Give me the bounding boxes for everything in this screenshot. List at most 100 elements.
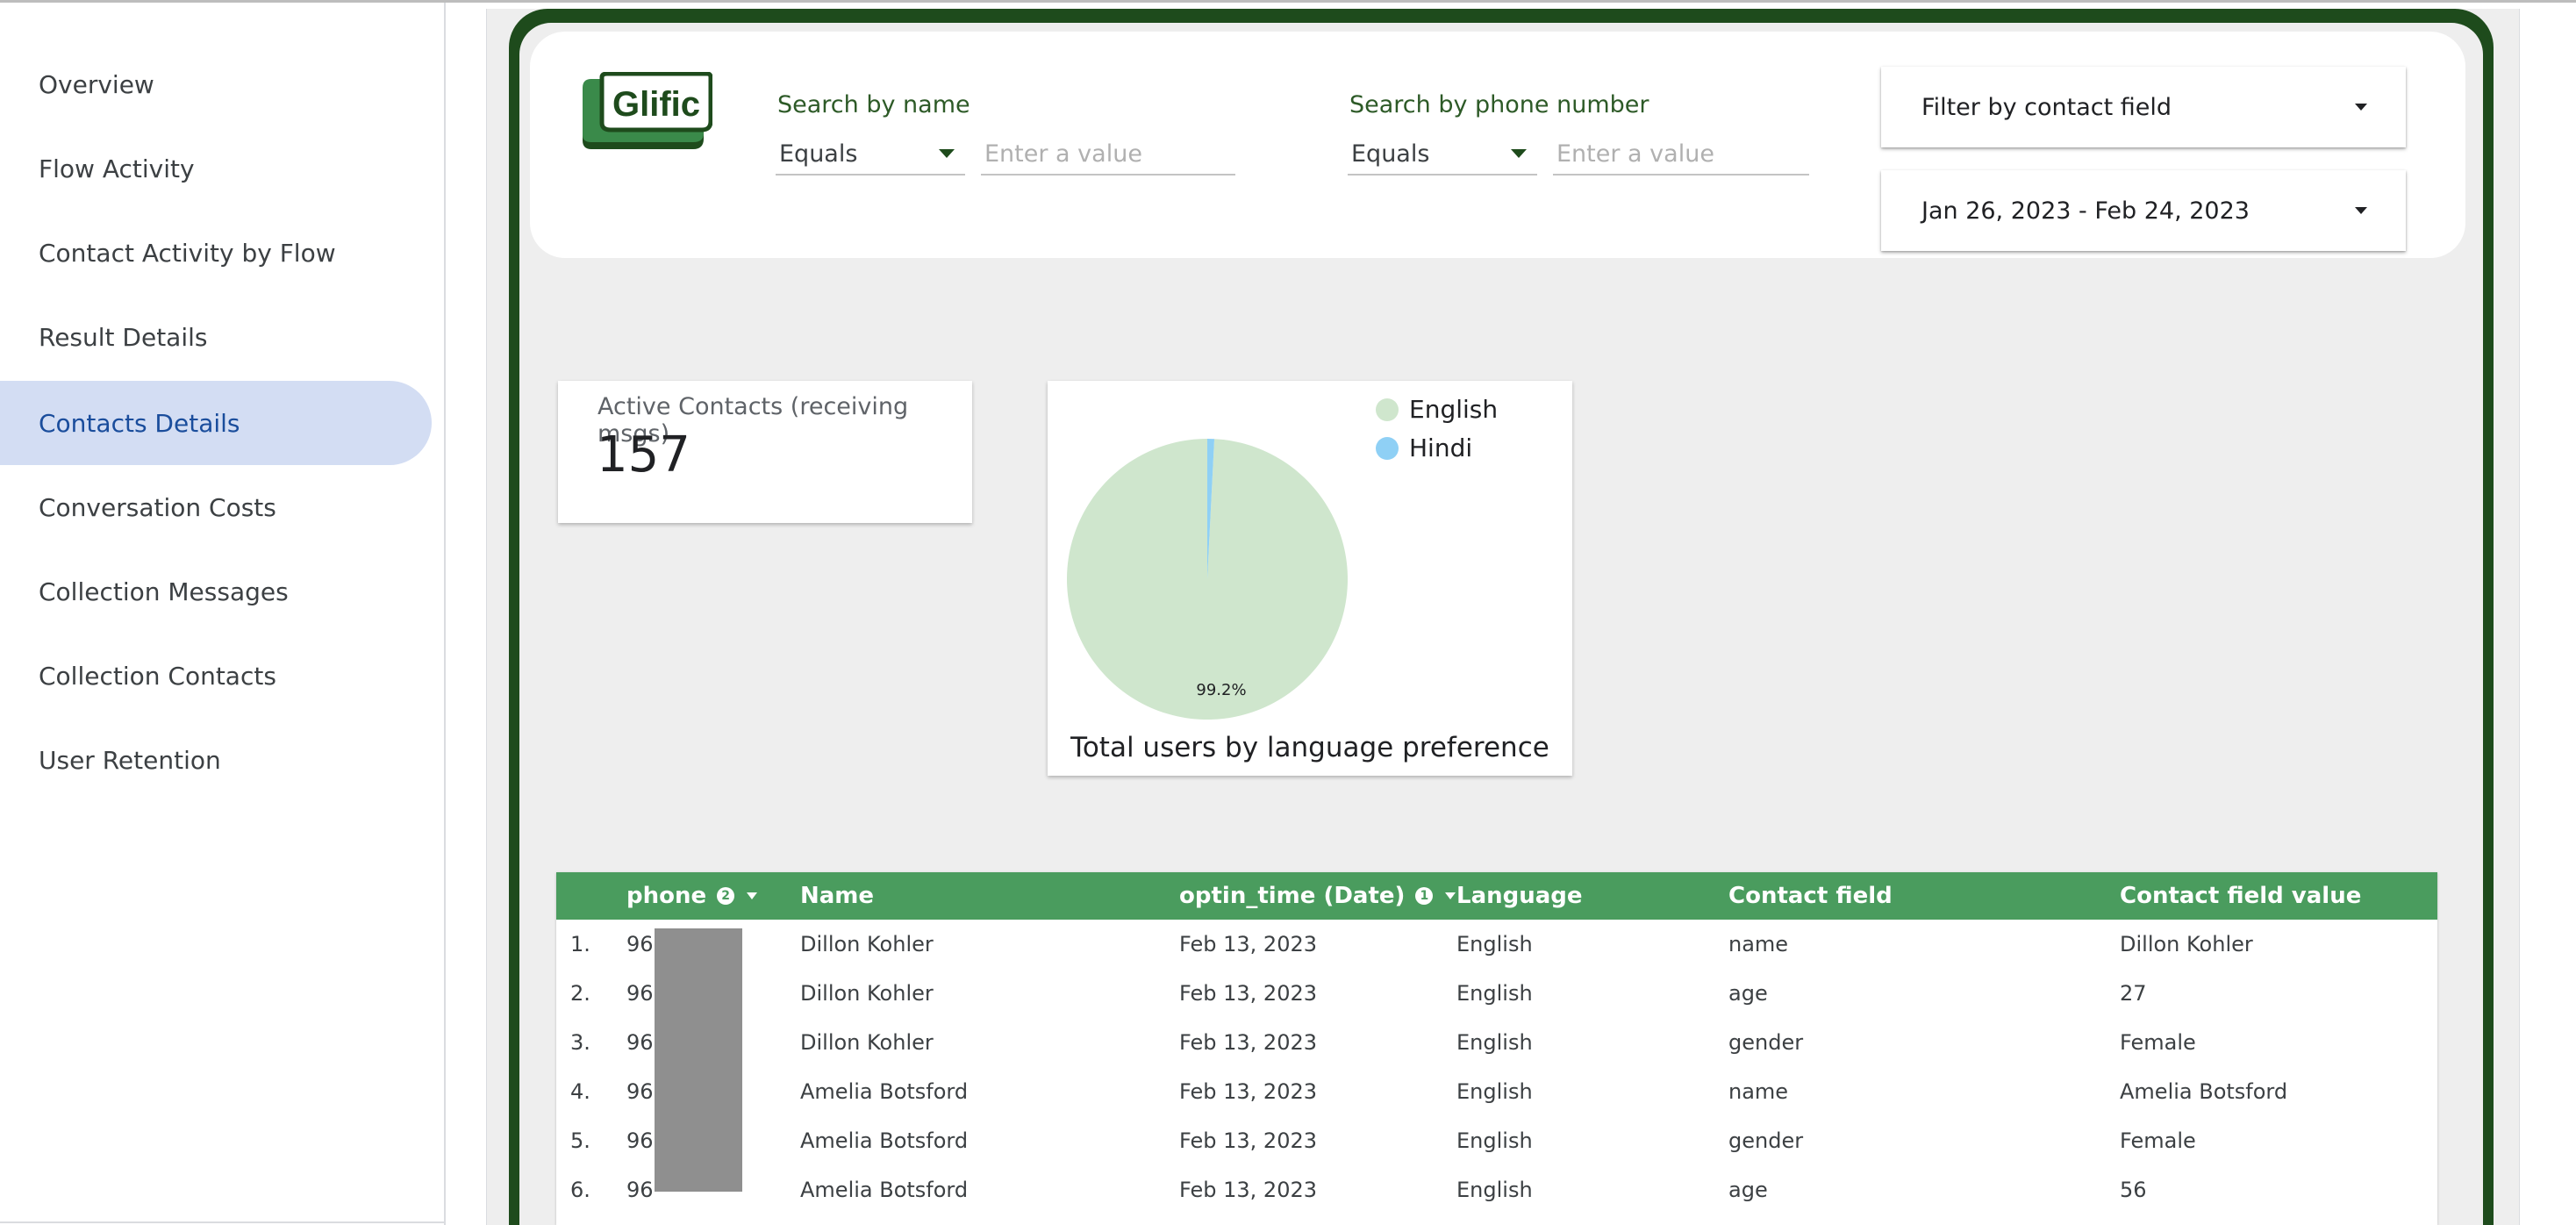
- cell-optin-time: Feb 13, 2023: [1179, 932, 1317, 956]
- cell-phone: 96: [626, 932, 654, 956]
- cell-optin-time: Feb 13, 2023: [1179, 1030, 1317, 1055]
- row-index: 1.: [570, 932, 590, 956]
- scorecard-value: 157: [597, 426, 691, 484]
- cell-contact-field: name: [1728, 932, 1789, 956]
- table-header: phone 2 Name optin_time (Date) 1 Languag…: [556, 872, 2437, 920]
- sidebar-item-conversation-costs[interactable]: Conversation Costs: [0, 465, 432, 549]
- dropdown-arrow-icon: [2355, 104, 2367, 111]
- chevron-down-icon: [939, 149, 955, 158]
- table-row[interactable]: 6. 96 Amelia Botsford Feb 13, 2023 Engli…: [556, 1165, 2437, 1214]
- filter-contact-field-label: Filter by contact field: [1921, 93, 2172, 121]
- cell-language: English: [1456, 981, 1533, 1006]
- search-phone-operator-select[interactable]: Equals: [1348, 133, 1537, 176]
- table-row[interactable]: 4. 96 Amelia Botsford Feb 13, 2023 Engli…: [556, 1067, 2437, 1116]
- contacts-table: phone 2 Name optin_time (Date) 1 Languag…: [556, 872, 2437, 1225]
- row-index: 6.: [570, 1178, 590, 1202]
- search-name-operator-value: Equals: [779, 140, 858, 168]
- sidebar-item-collection-contacts[interactable]: Collection Contacts: [0, 634, 432, 718]
- pie-data-label: 99.2%: [1196, 681, 1247, 699]
- cell-contact-field-value: 56: [2120, 1178, 2147, 1202]
- cell-contact-field: gender: [1728, 1030, 1804, 1055]
- cell-phone: 96: [626, 1079, 654, 1104]
- row-index: 2.: [570, 981, 590, 1006]
- phone-redaction-box: [655, 928, 742, 1192]
- legend-swatch-hindi: [1376, 436, 1399, 460]
- pie-chart-svg: [1067, 439, 1348, 720]
- cell-language: English: [1456, 932, 1533, 956]
- sidebar-bottom-divider: [0, 1221, 444, 1223]
- column-header-language[interactable]: Language: [1456, 872, 1583, 920]
- dropdown-arrow-icon: [2355, 207, 2367, 214]
- cell-name: Amelia Botsford: [800, 1079, 969, 1104]
- sidebar-item-contact-activity-by-flow[interactable]: Contact Activity by Flow: [0, 211, 432, 295]
- chart-title: Total users by language preference: [1070, 732, 1549, 763]
- sidebar-item-collection-messages[interactable]: Collection Messages: [0, 549, 432, 634]
- cell-contact-field: age: [1728, 981, 1768, 1006]
- sidebar-nav: Overview Flow Activity Contact Activity …: [0, 3, 446, 1225]
- sort-desc-icon[interactable]: [747, 892, 758, 899]
- sidebar-item-overview[interactable]: Overview: [0, 42, 432, 126]
- cell-name: Dillon Kohler: [800, 981, 934, 1006]
- column-header-contact-field[interactable]: Contact field: [1728, 872, 1893, 920]
- sidebar-item-contacts-details[interactable]: Contacts Details: [0, 381, 432, 465]
- sidebar-item-result-details[interactable]: Result Details: [0, 295, 432, 379]
- active-contacts-scorecard: Active Contacts (receiving msgs) 157: [558, 381, 972, 523]
- column-header-contact-field-value[interactable]: Contact field value: [2120, 872, 2361, 920]
- info-icon[interactable]: 1: [1415, 887, 1434, 905]
- cell-contact-field: age: [1728, 1178, 1768, 1202]
- legend-item-english: English: [1376, 395, 1498, 424]
- date-range-dropdown[interactable]: Jan 26, 2023 - Feb 24, 2023: [1881, 170, 2406, 251]
- column-header-optin-time[interactable]: optin_time (Date) 1: [1179, 872, 1456, 920]
- language-pie-chart: English Hindi 99.2% Total users by langu…: [1048, 381, 1572, 776]
- cell-contact-field-value: 27: [2120, 981, 2147, 1006]
- cell-optin-time: Feb 13, 2023: [1179, 981, 1317, 1006]
- row-index: 4.: [570, 1079, 590, 1104]
- glific-logo: Glific: [583, 72, 712, 149]
- search-name-label: Search by name: [777, 91, 970, 118]
- column-header-phone-label: phone: [626, 883, 707, 909]
- legend-item-hindi: Hindi: [1376, 433, 1472, 462]
- table-row[interactable]: 5. 96 Amelia Botsford Feb 13, 2023 Engli…: [556, 1116, 2437, 1165]
- legend-label-english: English: [1409, 395, 1499, 424]
- sidebar-item-user-retention[interactable]: User Retention: [0, 718, 432, 802]
- table-row[interactable]: 3. 96 Dillon Kohler Feb 13, 2023 English…: [556, 1018, 2437, 1067]
- date-range-label: Jan 26, 2023 - Feb 24, 2023: [1921, 197, 2250, 225]
- legend-label-hindi: Hindi: [1409, 433, 1473, 462]
- search-name-input[interactable]: [981, 133, 1235, 176]
- cell-contact-field-value: Amelia Botsford: [2120, 1079, 2288, 1104]
- info-icon[interactable]: 2: [717, 887, 735, 905]
- row-index: 5.: [570, 1128, 590, 1153]
- sidebar-item-flow-activity[interactable]: Flow Activity: [0, 126, 432, 211]
- cell-phone: 96: [626, 1030, 654, 1055]
- cell-phone: 96: [626, 1128, 654, 1153]
- cell-name: Amelia Botsford: [800, 1178, 969, 1202]
- cell-name: Amelia Botsford: [800, 1128, 969, 1153]
- cell-contact-field: name: [1728, 1079, 1789, 1104]
- cell-optin-time: Feb 13, 2023: [1179, 1079, 1317, 1104]
- cell-language: English: [1456, 1178, 1533, 1202]
- cell-language: English: [1456, 1128, 1533, 1153]
- cell-language: English: [1456, 1079, 1533, 1104]
- search-name-operator-select[interactable]: Equals: [776, 133, 965, 176]
- cell-contact-field-value: Female: [2120, 1128, 2196, 1153]
- filter-contact-field-dropdown[interactable]: Filter by contact field: [1881, 67, 2406, 147]
- table-row[interactable]: 1. 96 Dillon Kohler Feb 13, 2023 English…: [556, 920, 2437, 969]
- logo-text: Glific: [612, 85, 700, 124]
- row-index: 3.: [570, 1030, 590, 1055]
- search-phone-label: Search by phone number: [1349, 91, 1649, 118]
- cell-contact-field: gender: [1728, 1128, 1804, 1153]
- column-header-name[interactable]: Name: [800, 872, 874, 920]
- cell-contact-field-value: Dillon Kohler: [2120, 932, 2253, 956]
- cell-optin-time: Feb 13, 2023: [1179, 1128, 1317, 1153]
- cell-name: Dillon Kohler: [800, 932, 934, 956]
- column-header-optin-time-label: optin_time (Date): [1179, 883, 1406, 909]
- table-row[interactable]: 2. 96 Dillon Kohler Feb 13, 2023 English…: [556, 969, 2437, 1018]
- chevron-down-icon: [1511, 149, 1527, 158]
- column-header-phone[interactable]: phone 2: [626, 872, 758, 920]
- legend-swatch-english: [1376, 398, 1399, 421]
- sort-desc-icon[interactable]: [1445, 892, 1456, 899]
- cell-contact-field-value: Female: [2120, 1030, 2196, 1055]
- cell-optin-time: Feb 13, 2023: [1179, 1178, 1317, 1202]
- search-phone-operator-value: Equals: [1351, 140, 1430, 168]
- search-phone-input[interactable]: [1553, 133, 1809, 176]
